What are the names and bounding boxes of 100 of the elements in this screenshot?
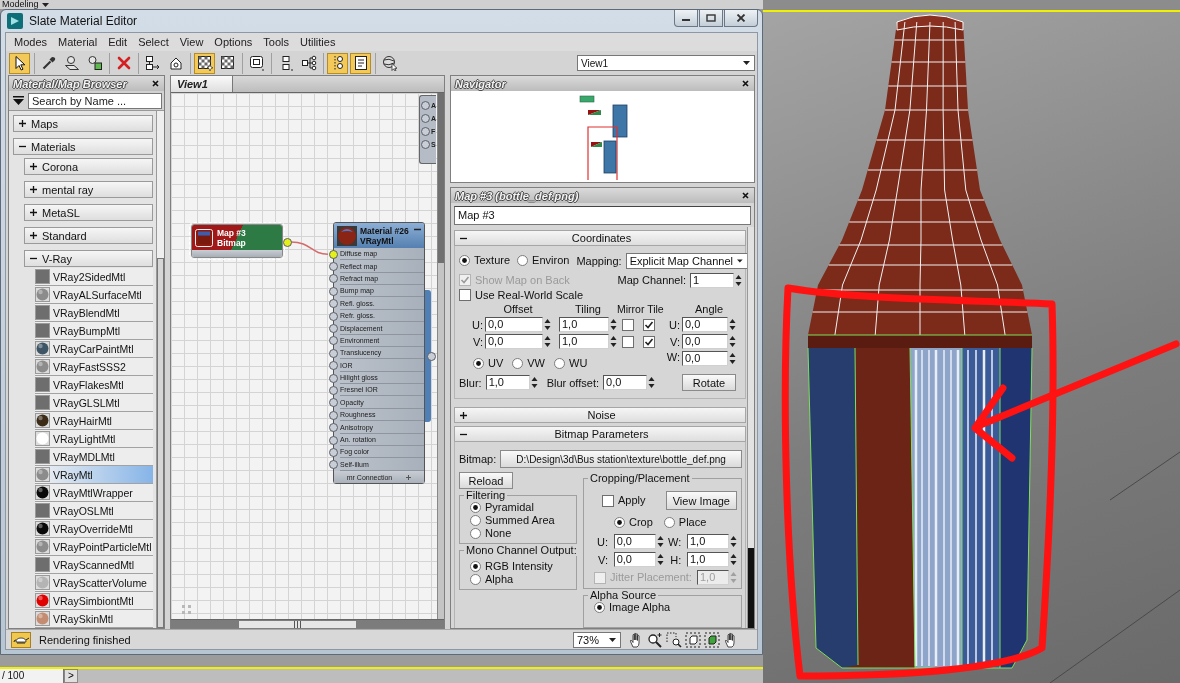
input-socket-icon[interactable] bbox=[329, 373, 338, 383]
input-socket-icon[interactable] bbox=[329, 447, 338, 457]
category-header[interactable]: MetaSL bbox=[24, 204, 153, 221]
bitmap-node[interactable]: Map #3 Bitmap bbox=[191, 224, 283, 258]
radio-icon[interactable] bbox=[470, 528, 481, 539]
menu-item[interactable]: View bbox=[175, 34, 208, 50]
radio-option[interactable]: UV bbox=[473, 357, 504, 370]
close-icon[interactable] bbox=[742, 192, 749, 199]
checkbox-option[interactable]: Use Real-World Scale bbox=[459, 288, 583, 302]
scrollbar-thumb[interactable] bbox=[157, 258, 164, 628]
radio-option[interactable]: Summed Area bbox=[470, 514, 569, 527]
checkbox-icon[interactable] bbox=[459, 289, 471, 301]
list-item[interactable]: VRayFastSSS2 bbox=[35, 358, 153, 376]
list-item[interactable]: VRayPointParticleMtl bbox=[35, 538, 153, 556]
list-item[interactable]: VRayFlakesMtl bbox=[35, 376, 153, 394]
list-item[interactable]: VRayScannedMtl bbox=[35, 556, 153, 574]
input-socket-icon[interactable] bbox=[329, 286, 338, 296]
radio-icon[interactable] bbox=[512, 358, 524, 369]
scrollbar-thumb[interactable] bbox=[239, 620, 356, 628]
list-item[interactable]: VRayALSurfaceMtl bbox=[35, 286, 153, 304]
radio-option[interactable]: None bbox=[470, 527, 569, 540]
list-item[interactable]: VRayOverrideMtl bbox=[35, 520, 153, 538]
minimize-icon[interactable] bbox=[414, 228, 421, 231]
category-header[interactable]: Standard bbox=[24, 227, 153, 244]
scrollbar[interactable] bbox=[747, 227, 754, 628]
menu-item[interactable]: Tools bbox=[259, 34, 293, 50]
dashed-box-magnifier-icon[interactable] bbox=[666, 631, 682, 648]
input-socket-icon[interactable] bbox=[329, 274, 338, 284]
scrollbar[interactable] bbox=[437, 93, 444, 619]
scrollbar[interactable] bbox=[171, 619, 444, 628]
checkbox-option[interactable]: Apply bbox=[602, 494, 646, 507]
input-socket-icon[interactable] bbox=[329, 410, 338, 420]
list-item[interactable]: VRayBlendMtl bbox=[35, 304, 153, 322]
mirror-checkbox[interactable] bbox=[621, 335, 634, 348]
category-header[interactable]: Materials bbox=[13, 138, 153, 155]
list-item[interactable]: VRaySimbiontMtl bbox=[35, 592, 153, 610]
magnifier-plus-icon[interactable] bbox=[647, 631, 663, 648]
list-item[interactable]: VRayHairMtl bbox=[35, 412, 153, 430]
category-header[interactable]: Maps bbox=[13, 115, 153, 132]
list-item[interactable]: VRayMtlWrapper bbox=[35, 484, 153, 502]
scrollbar-thumb[interactable] bbox=[748, 548, 754, 628]
number-field[interactable]: 1,0 bbox=[686, 552, 729, 567]
tile-checkbox[interactable] bbox=[643, 318, 655, 331]
maximize-button[interactable] bbox=[699, 10, 723, 27]
menu-item[interactable]: Edit bbox=[104, 34, 132, 50]
radio-option[interactable]: Environ bbox=[517, 254, 570, 267]
radio-option[interactable]: Alpha bbox=[470, 573, 569, 586]
input-socket-icon[interactable] bbox=[329, 336, 338, 346]
number-field[interactable]: 1 bbox=[690, 272, 734, 288]
list-item[interactable]: VRayBumpMtl bbox=[35, 322, 153, 340]
radio-option[interactable]: Pyramidal bbox=[470, 501, 569, 514]
toolbar-button[interactable] bbox=[194, 52, 215, 74]
workspace-dropdown[interactable]: Modeling bbox=[2, 0, 49, 9]
menu-item[interactable]: Material bbox=[54, 34, 102, 50]
close-button[interactable] bbox=[724, 10, 758, 27]
menu-item[interactable]: Options bbox=[210, 34, 257, 50]
input-socket-icon[interactable] bbox=[329, 361, 338, 371]
radio-icon[interactable] bbox=[470, 502, 481, 513]
input-socket-icon[interactable] bbox=[421, 101, 430, 110]
number-field[interactable]: 0,0 bbox=[682, 351, 728, 366]
scrollbar-thumb[interactable] bbox=[438, 93, 444, 263]
rollout-header[interactable]: Coordinates bbox=[454, 230, 746, 246]
menu-item[interactable]: Select bbox=[134, 34, 173, 50]
list-item[interactable]: VRayMDLMtl bbox=[35, 448, 153, 466]
number-field[interactable]: 0,0 bbox=[485, 334, 543, 349]
radio-icon[interactable] bbox=[594, 602, 605, 613]
minimap-node[interactable] bbox=[591, 142, 602, 147]
radio-icon[interactable] bbox=[470, 515, 481, 526]
close-icon[interactable] bbox=[152, 80, 159, 87]
list-item[interactable]: VRayLightMtl bbox=[35, 430, 153, 448]
minimap-node[interactable] bbox=[579, 95, 595, 103]
rollout-header[interactable]: Noise bbox=[454, 407, 746, 423]
number-field[interactable]: 1,0 bbox=[559, 317, 609, 332]
list-item[interactable]: VRayCarPaintMtl bbox=[35, 340, 153, 358]
dropdown-menu-icon[interactable] bbox=[13, 96, 24, 105]
input-socket-icon[interactable] bbox=[329, 348, 338, 358]
name-field[interactable]: Map #3 bbox=[454, 206, 751, 225]
scrollbar[interactable] bbox=[156, 111, 164, 628]
radio-option[interactable]: WU bbox=[554, 357, 588, 370]
number-field[interactable]: 1,0 bbox=[485, 375, 530, 390]
number-field[interactable]: 0,0 bbox=[613, 552, 656, 567]
view-tab[interactable]: View1 bbox=[171, 76, 233, 92]
input-socket-icon[interactable] bbox=[329, 249, 338, 259]
list-item[interactable]: VRayOSLMtl bbox=[35, 502, 153, 520]
dashed-box-cube-icon[interactable] bbox=[685, 631, 701, 648]
input-socket-icon[interactable] bbox=[329, 299, 338, 309]
rollout-header[interactable]: Bitmap Parameters bbox=[454, 426, 746, 442]
view-image-button[interactable]: View Image bbox=[665, 491, 737, 510]
next-frame-button[interactable]: > bbox=[64, 669, 78, 683]
menu-item[interactable]: Modes bbox=[10, 34, 52, 50]
input-socket-icon[interactable] bbox=[329, 386, 338, 395]
number-field[interactable]: 0,0 bbox=[485, 317, 543, 332]
radio-icon[interactable] bbox=[470, 561, 481, 572]
radio-option[interactable]: RGB Intensity bbox=[470, 560, 569, 573]
view-frame[interactable] bbox=[587, 126, 618, 180]
input-socket-icon[interactable] bbox=[329, 311, 338, 321]
output-socket-icon[interactable] bbox=[426, 351, 436, 361]
radio-icon[interactable] bbox=[470, 574, 481, 585]
input-socket-icon[interactable] bbox=[421, 140, 430, 149]
search-field[interactable]: Search by Name ... bbox=[28, 92, 162, 109]
